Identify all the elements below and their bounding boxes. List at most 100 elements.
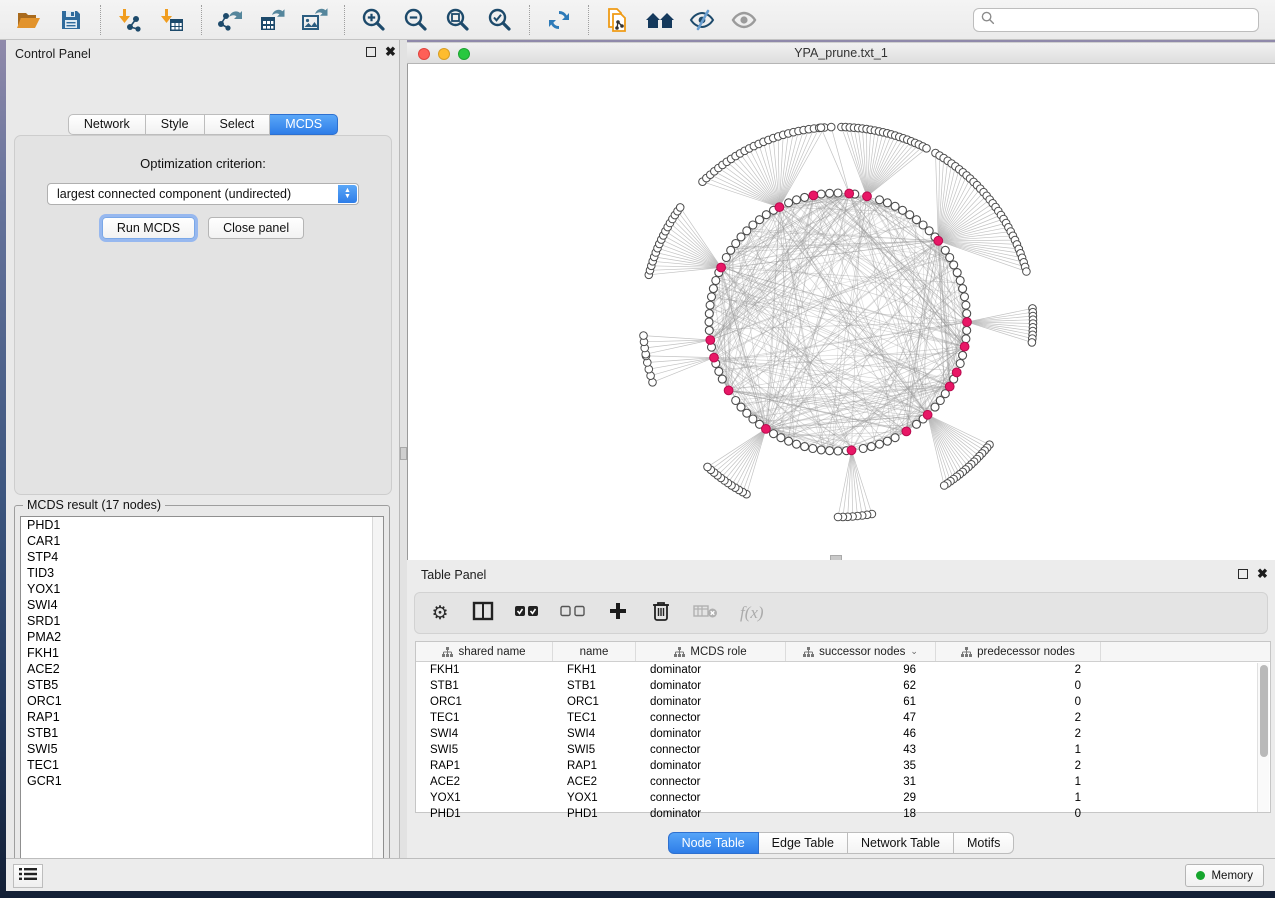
- mcds-result-item[interactable]: SWI4: [21, 597, 383, 613]
- mcds-result-list[interactable]: PHD1CAR1STP4TID3YOX1SWI4SRD1PMA2FKH1ACE2…: [20, 516, 384, 872]
- mcds-result-item[interactable]: PHD1: [21, 517, 383, 533]
- apply-layout-button[interactable]: [545, 6, 573, 34]
- network-search-field[interactable]: [973, 8, 1259, 32]
- mcds-result-item[interactable]: STB1: [21, 725, 383, 741]
- table-row[interactable]: ACE2ACE2connector311: [416, 774, 1270, 790]
- sort-desc-icon: ⌄: [910, 646, 918, 657]
- close-panel-button[interactable]: Close panel: [208, 217, 304, 239]
- mcds-result-item[interactable]: TEC1: [21, 757, 383, 773]
- select-all-button[interactable]: [515, 601, 539, 625]
- import-table-button[interactable]: [158, 6, 186, 34]
- export-image-button[interactable]: [301, 6, 329, 34]
- table-row[interactable]: SWI5SWI5connector431: [416, 742, 1270, 758]
- column-header-shared-name[interactable]: shared name: [416, 642, 553, 661]
- attribute-icon: [961, 647, 972, 657]
- zoom-fit-icon: [445, 7, 471, 33]
- memory-button[interactable]: Memory: [1185, 864, 1264, 887]
- table-row[interactable]: RAP1RAP1dominator352: [416, 758, 1270, 774]
- table-row[interactable]: PHD1PHD1dominator180: [416, 806, 1270, 822]
- mcds-result-item[interactable]: SRD1: [21, 613, 383, 629]
- mcds-result-item[interactable]: SWI5: [21, 741, 383, 757]
- table-row[interactable]: STB1STB1dominator620: [416, 678, 1270, 694]
- mcds-result-item[interactable]: GCR1: [21, 773, 383, 789]
- mcds-result-item[interactable]: CAR1: [21, 533, 383, 549]
- export-table-button[interactable]: [259, 6, 287, 34]
- mcds-result-item[interactable]: ACE2: [21, 661, 383, 677]
- zoom-in-button[interactable]: [360, 6, 388, 34]
- mcds-result-item[interactable]: ORC1: [21, 693, 383, 709]
- tab-style[interactable]: Style: [146, 114, 205, 135]
- tab-network-table[interactable]: Network Table: [848, 832, 954, 854]
- float-window-icon[interactable]: [366, 47, 376, 57]
- run-mcds-button[interactable]: Run MCDS: [102, 217, 195, 239]
- select-stepper-icon: ▲▼: [338, 185, 357, 203]
- minimize-window-icon[interactable]: [438, 48, 450, 60]
- clone-network-button[interactable]: [604, 6, 632, 34]
- zoom-fit-button[interactable]: [444, 6, 472, 34]
- table-settings-button[interactable]: ⚙: [429, 601, 451, 625]
- import-network-button[interactable]: [116, 6, 144, 34]
- mcds-result-item[interactable]: YOX1: [21, 581, 383, 597]
- save-session-button[interactable]: [57, 6, 85, 34]
- close-panel-icon[interactable]: ✖: [385, 44, 396, 60]
- column-header-successor-nodes[interactable]: successor nodes ⌄: [786, 642, 936, 661]
- network-window-titlebar[interactable]: YPA_prune.txt_1: [407, 42, 1275, 64]
- open-session-button[interactable]: [15, 6, 43, 34]
- maximize-window-icon[interactable]: [458, 48, 470, 60]
- close-panel-icon[interactable]: ✖: [1257, 566, 1268, 582]
- export-network-button[interactable]: [217, 6, 245, 34]
- table-row[interactable]: ORC1ORC1dominator610: [416, 694, 1270, 710]
- tab-mcds[interactable]: MCDS: [270, 114, 338, 135]
- zoom-out-button[interactable]: [402, 6, 430, 34]
- table-cell-successor-nodes: 18: [786, 806, 936, 822]
- deselect-all-button[interactable]: [560, 601, 586, 625]
- tab-node-table[interactable]: Node Table: [668, 832, 759, 854]
- search-input[interactable]: [1000, 10, 1251, 30]
- table-row[interactable]: YOX1YOX1connector291: [416, 790, 1270, 806]
- hide-selected-button[interactable]: [688, 6, 716, 34]
- network-canvas[interactable]: [407, 64, 1275, 560]
- show-all-button[interactable]: [730, 6, 758, 34]
- tab-motifs[interactable]: Motifs: [954, 832, 1014, 854]
- network-graph[interactable]: [408, 64, 1275, 560]
- table-row[interactable]: TEC1TEC1connector472: [416, 710, 1270, 726]
- task-history-button[interactable]: [13, 864, 43, 888]
- erase-table-button[interactable]: [693, 601, 719, 625]
- mcds-list-scrollbar[interactable]: [372, 517, 383, 871]
- table-row[interactable]: SWI4SWI4dominator462: [416, 726, 1270, 742]
- function-builder-button[interactable]: f(x): [740, 601, 764, 625]
- optimization-criterion-select[interactable]: largest connected component (undirected)…: [47, 183, 359, 205]
- splitter-handle[interactable]: [400, 447, 407, 460]
- mcds-result-item[interactable]: RAP1: [21, 709, 383, 725]
- table-cell-mcds-role: dominator: [636, 694, 786, 710]
- mcds-result-item[interactable]: PMA2: [21, 629, 383, 645]
- add-column-button[interactable]: [607, 601, 629, 625]
- scrollbar-thumb[interactable]: [1260, 665, 1268, 757]
- trash-icon: [652, 600, 670, 626]
- zoom-selected-icon: [487, 7, 513, 33]
- import-network-icon: [117, 7, 143, 33]
- vertical-splitter[interactable]: [400, 40, 407, 858]
- table-panel-tabs: Node Table Edge Table Network Table Moti…: [407, 832, 1275, 854]
- table-cell-successor-nodes: 46: [786, 726, 936, 742]
- close-window-icon[interactable]: [418, 48, 430, 60]
- column-header-predecessor-nodes[interactable]: predecessor nodes: [936, 642, 1101, 661]
- mcds-result-item[interactable]: FKH1: [21, 645, 383, 661]
- mcds-result-item[interactable]: STP4: [21, 549, 383, 565]
- first-neighbors-button[interactable]: [646, 6, 674, 34]
- tab-select[interactable]: Select: [205, 114, 271, 135]
- split-panel-button[interactable]: [472, 601, 494, 625]
- mcds-result-item[interactable]: STB5: [21, 677, 383, 693]
- mcds-result-item[interactable]: TID3: [21, 565, 383, 581]
- delete-column-button[interactable]: [650, 601, 672, 625]
- table-cell-shared-name: ORC1: [416, 694, 553, 710]
- zoom-selected-button[interactable]: [486, 6, 514, 34]
- column-header-mcds-role[interactable]: MCDS role: [636, 642, 786, 661]
- float-window-icon[interactable]: [1238, 569, 1248, 579]
- tab-network[interactable]: Network: [68, 114, 146, 135]
- tab-edge-table[interactable]: Edge Table: [759, 832, 848, 854]
- table-vertical-scrollbar[interactable]: [1257, 663, 1269, 812]
- column-header-name[interactable]: name: [553, 642, 636, 661]
- mcds-result-fieldset: MCDS result (17 nodes) PHD1CAR1STP4TID3Y…: [14, 505, 390, 878]
- table-row[interactable]: FKH1FKH1dominator962: [416, 662, 1270, 678]
